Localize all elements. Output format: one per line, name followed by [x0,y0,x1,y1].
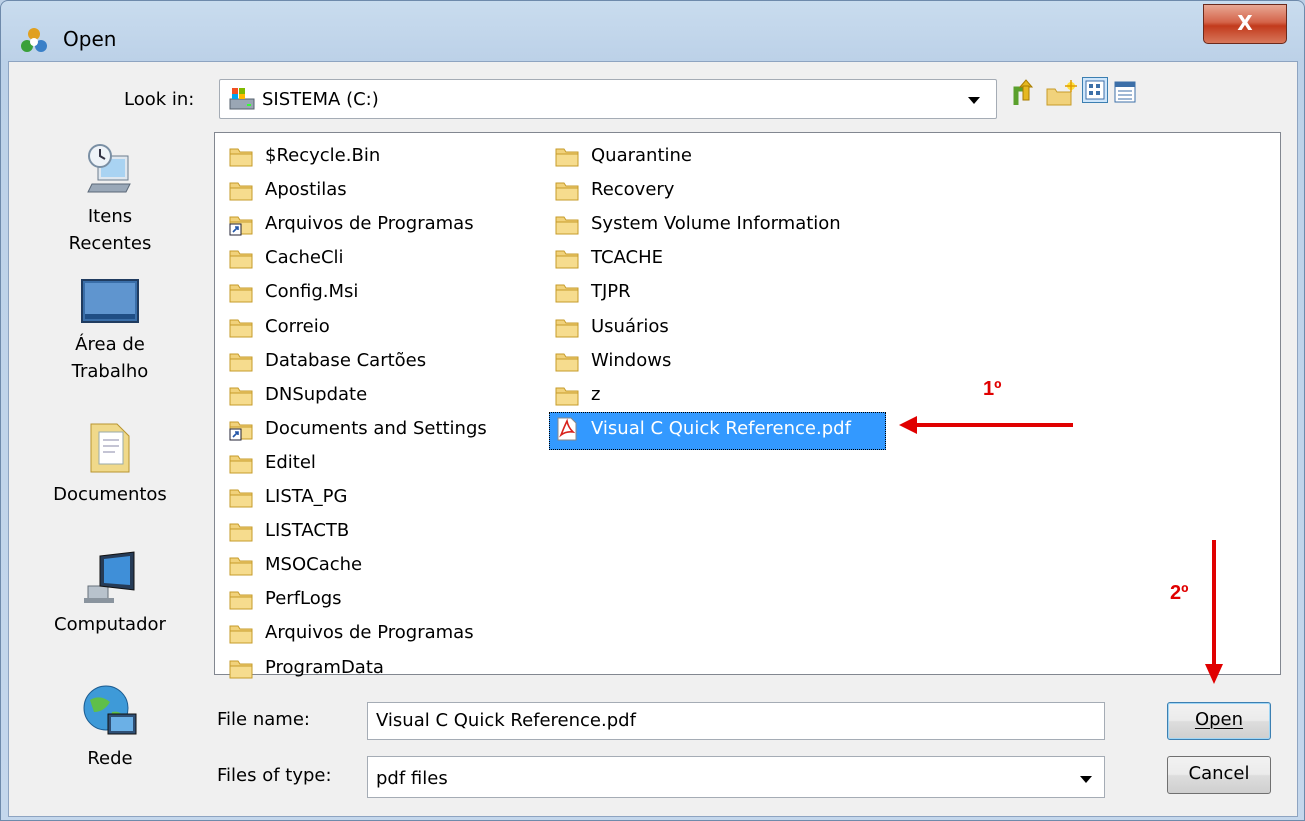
arrow-down-icon [1205,540,1223,684]
folder-icon [229,489,253,508]
place-label: Trabalho [71,361,149,382]
place-label: Rede [87,748,133,769]
folder-icon [555,182,579,201]
close-button[interactable]: X [1203,4,1287,44]
file-name: Apostilas [265,179,347,201]
folder-icon [229,660,253,678]
title-bar[interactable]: Open X [1,1,1304,52]
view-list-icon[interactable] [1082,77,1108,103]
file-name: $Recycle.Bin [265,145,381,166]
folder-icon [229,625,253,644]
folder-icon [229,284,253,303]
file-name: DNSupdate [265,383,368,405]
folder-icon [555,319,579,337]
folder-icon [229,387,253,406]
file-name: Correio [265,315,330,337]
file-name: z [591,383,601,405]
look-in-value: SISTEMA (C:) [262,89,379,110]
file-name: System Volume Information [591,213,841,235]
folder-icon [229,353,253,372]
file-name: Arquivos de Programas [265,213,474,235]
folder-icon [229,148,253,167]
shortcut-folder-icon [229,421,253,441]
file-name: Recovery [591,179,675,201]
file-name: Arquivos de Programas [265,622,474,644]
look-in-label: Look in: [124,89,195,110]
folder-icon [229,591,253,610]
computer-icon [84,551,135,603]
place-label: Documentos [53,484,167,505]
file-name: Config.Msi [265,281,359,303]
file-name: CacheCli [265,247,344,269]
folder-icon [555,284,579,303]
annotation-step-2: 2º [1170,582,1189,604]
shortcut-folder-icon [229,216,253,236]
place-label: Recentes [68,233,152,254]
place-documents[interactable]: Documentos [19,418,201,508]
arrow-left-icon [899,416,1073,434]
folder-icon [229,182,253,201]
documents-icon [90,423,130,473]
recent-items-icon [87,144,131,193]
up-folder-icon[interactable] [1012,79,1038,109]
place-label: Itens [87,206,133,227]
folder-icon [229,557,253,576]
place-network[interactable]: Rede [19,682,201,772]
file-name: Editel [265,451,316,473]
file-name: MSOCache [265,554,363,576]
chevron-down-icon [968,97,980,104]
file-name: ProgramData [265,656,384,678]
place-recent-items[interactable]: Itens Recentes [19,142,201,257]
file-name: LISTA_PG [265,486,348,507]
window-title: Open [63,27,117,51]
folder-icon [555,250,579,269]
place-label: Computador [54,614,166,635]
new-folder-icon[interactable] [1045,79,1077,109]
open-button[interactable]: Open [1167,702,1271,740]
pdf-file-icon [557,417,577,441]
folder-icon [555,353,579,372]
grid-icon [1085,80,1105,100]
file-type-value: pdf files [376,768,448,789]
file-name: TJPR [591,281,631,303]
file-list[interactable]: $Recycle.Bin Apostilas Arquivos de Program… [214,132,1281,678]
place-desktop[interactable]: Área de Trabalho [19,274,201,385]
place-label: Área de [75,334,145,355]
file-name: Documents and Settings [265,417,487,439]
file-type-label: Files of type: [217,765,332,786]
drive-icon [229,88,255,110]
look-in-dropdown[interactable]: SISTEMA (C:) [219,79,997,119]
folder-icon [229,523,253,542]
open-dialog: Open X Look in: SISTEMA (C:) Itens Recen… [0,0,1305,821]
file-name: Quarantine [591,145,692,166]
app-logo-icon [21,28,47,52]
file-name: Windows [591,349,672,371]
folder-icon [229,250,253,269]
file-name: Visual C Quick Reference.pdf [591,417,851,439]
network-icon [83,685,137,735]
file-type-dropdown[interactable]: pdf files [367,756,1105,798]
file-name: Database Cartões [265,349,427,371]
folder-icon [229,319,253,337]
file-name: TCACHE [591,247,663,269]
folder-icon [229,455,253,474]
file-name: Usuários [591,315,669,337]
view-details-icon[interactable] [1113,80,1137,104]
file-name-field[interactable] [367,702,1105,740]
chevron-down-icon [1080,776,1092,783]
folder-icon [555,216,579,235]
place-computer[interactable]: Computador [19,550,201,638]
places-bar: Itens Recentes Área de Trabalho Document… [19,132,201,808]
file-name: LISTACTB [265,520,350,542]
annotation-step-1: 1º [983,378,1002,400]
file-name-label: File name: [217,709,310,730]
cancel-button[interactable]: Cancel [1167,756,1271,794]
file-name: PerfLogs [265,588,342,610]
folder-icon [555,387,579,406]
folder-icon [555,148,579,167]
desktop-icon [81,279,139,323]
file-name-input[interactable] [368,703,1096,737]
dialog-body: Look in: SISTEMA (C:) Itens Recentes Áre… [8,61,1298,817]
